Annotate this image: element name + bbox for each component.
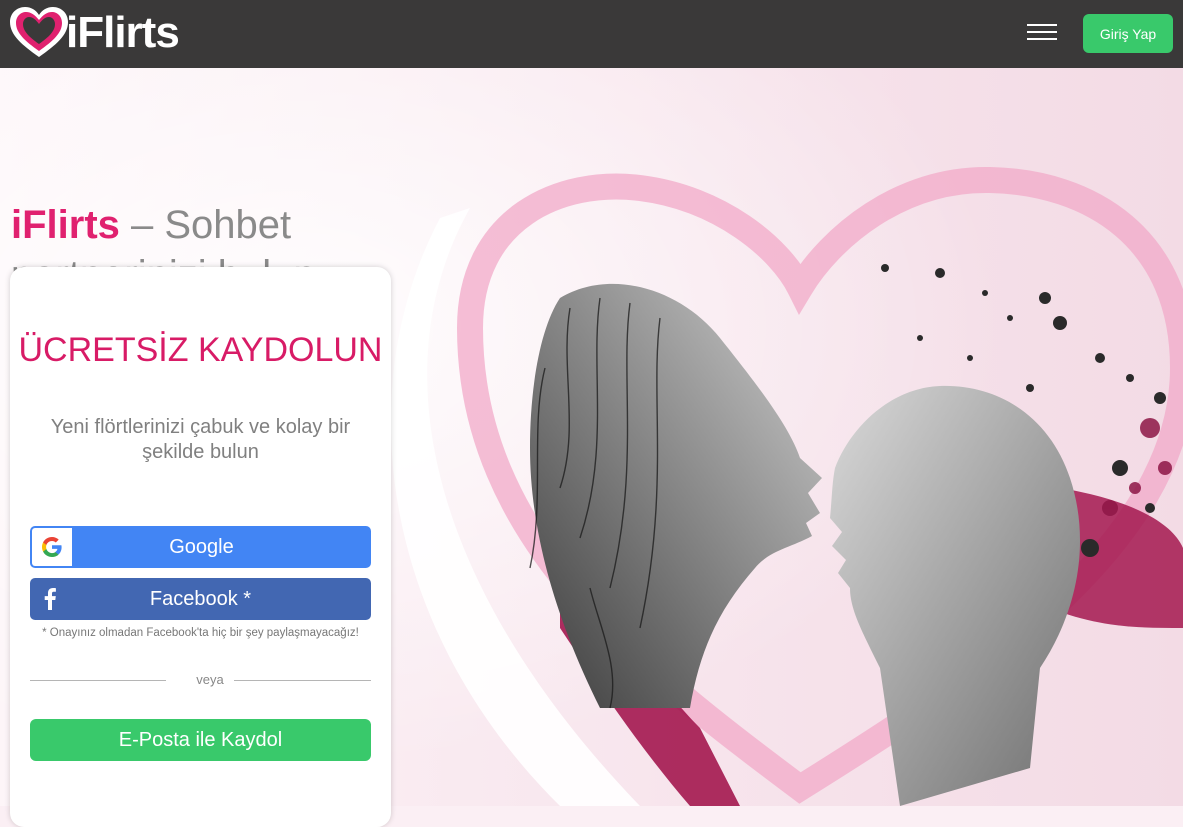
facebook-signup-button[interactable]: Facebook * <box>30 578 371 620</box>
signup-title: ÜCRETSİZ KAYDOLUN <box>18 331 383 369</box>
facebook-icon <box>30 578 70 620</box>
email-signup-button[interactable]: E-Posta ile Kaydol <box>30 719 371 761</box>
hamburger-menu-icon[interactable] <box>1027 24 1057 44</box>
google-icon <box>32 528 72 566</box>
hero-brand: iFlirts <box>11 203 120 247</box>
divider-line-right <box>234 680 371 681</box>
divider-line-left <box>30 680 166 681</box>
heart-logo-icon <box>10 7 68 57</box>
signup-subtitle: Yeni flörtlerinizi çabuk ve kolay bir şe… <box>50 416 351 463</box>
signup-card: ÜCRETSİZ KAYDOLUN Yeni flörtlerinizi çab… <box>10 267 391 827</box>
login-button[interactable]: Giriş Yap <box>1083 14 1173 53</box>
google-signup-button[interactable]: Google <box>30 526 371 568</box>
top-navigation-bar: iFlirts Giriş Yap <box>0 0 1183 68</box>
facebook-privacy-note: * Onayınız olmadan Facebook'ta hiç bir ş… <box>42 627 359 639</box>
logo[interactable]: iFlirts <box>8 5 180 61</box>
logo-text: iFlirts <box>66 8 180 57</box>
google-button-label: Google <box>169 535 234 558</box>
facebook-button-label: Facebook * <box>149 587 252 610</box>
